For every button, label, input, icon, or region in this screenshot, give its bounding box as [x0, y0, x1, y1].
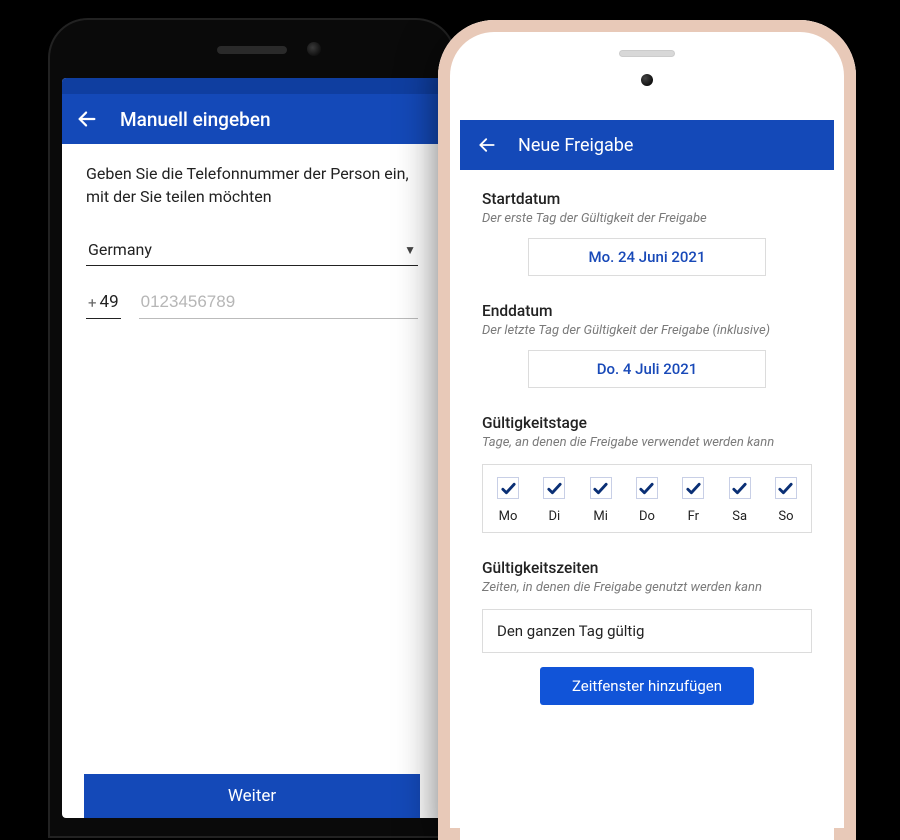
continue-button-label: Weiter	[228, 786, 276, 806]
ios-content: Startdatum Der erste Tag der Gültigkeit …	[460, 170, 834, 840]
day-mi-checkbox[interactable]	[590, 477, 612, 499]
day-mo-checkbox[interactable]	[497, 477, 519, 499]
android-screen: Manuell eingeben Geben Sie die Telefonnu…	[62, 78, 442, 818]
day-mo: Mo	[497, 477, 519, 524]
start-date-section: Startdatum Der erste Tag der Gültigkeit …	[482, 190, 812, 276]
phone-input[interactable]	[139, 288, 418, 319]
end-date-section: Enddatum Der letzte Tag der Gültigkeit d…	[482, 302, 812, 388]
continue-button[interactable]: Weiter	[84, 774, 420, 818]
day-so: So	[775, 477, 797, 524]
end-date-picker[interactable]: Do. 4 Juli 2021	[528, 350, 766, 388]
android-appbar: Manuell eingeben	[62, 94, 442, 144]
day-di: Di	[543, 477, 565, 524]
iphone-camera	[641, 74, 653, 86]
plus-sign: +	[88, 294, 97, 312]
instruction-text: Geben Sie die Telefonnummer der Person e…	[86, 162, 418, 208]
days-box: Mo Di Mi Do	[482, 464, 812, 533]
end-date-value: Do. 4 Juli 2021	[597, 360, 698, 378]
day-mi: Mi	[590, 477, 612, 524]
valid-times-section: Gültigkeitszeiten Zeiten, in denen die F…	[482, 559, 812, 705]
back-arrow-icon[interactable]	[76, 108, 98, 130]
day-label: Sa	[732, 509, 747, 524]
day-fr: Fr	[682, 477, 704, 524]
country-select-value: Germany	[88, 240, 152, 259]
iphone-screen: Neue Freigabe Startdatum Der erste Tag d…	[460, 120, 834, 840]
dial-code[interactable]: + 49	[86, 288, 121, 319]
start-date-label: Startdatum	[482, 190, 812, 208]
day-label: Di	[548, 509, 560, 524]
day-di-checkbox[interactable]	[543, 477, 565, 499]
all-day-value: Den ganzen Tag gültig	[497, 622, 644, 640]
day-label: Fr	[688, 509, 699, 524]
ios-appbar: Neue Freigabe	[460, 120, 834, 170]
valid-days-sub: Tage, an denen die Freigabe verwendet we…	[482, 435, 812, 450]
day-so-checkbox[interactable]	[775, 477, 797, 499]
android-phone-frame: Manuell eingeben Geben Sie die Telefonnu…	[48, 18, 456, 838]
dial-code-value: 49	[100, 292, 119, 312]
ios-appbar-title: Neue Freigabe	[518, 135, 633, 156]
day-do: Do	[636, 477, 658, 524]
all-day-field[interactable]: Den ganzen Tag gültig	[482, 609, 812, 653]
day-sa-checkbox[interactable]	[729, 477, 751, 499]
add-timeslot-button[interactable]: Zeitfenster hinzufügen	[540, 667, 755, 705]
start-date-value: Mo. 24 Juni 2021	[589, 248, 706, 266]
android-statusbar	[62, 78, 442, 94]
day-label: So	[778, 509, 793, 524]
end-date-sub: Der letzte Tag der Gültigkeit der Freiga…	[482, 323, 812, 338]
android-speaker	[217, 46, 287, 54]
start-date-sub: Der erste Tag der Gültigkeit der Freigab…	[482, 211, 812, 226]
day-label: Mo	[499, 509, 518, 524]
day-label: Mi	[593, 509, 608, 524]
day-do-checkbox[interactable]	[636, 477, 658, 499]
valid-days-label: Gültigkeitstage	[482, 414, 812, 432]
start-date-picker[interactable]: Mo. 24 Juni 2021	[528, 238, 766, 276]
end-date-label: Enddatum	[482, 302, 812, 320]
add-timeslot-label: Zeitfenster hinzufügen	[572, 677, 722, 695]
day-label: Do	[639, 509, 655, 524]
chevron-down-icon: ▼	[404, 243, 416, 257]
valid-times-label: Gültigkeitszeiten	[482, 559, 812, 577]
iphone-frame: Neue Freigabe Startdatum Der erste Tag d…	[438, 20, 856, 840]
iphone-speaker	[619, 50, 675, 57]
android-content: Geben Sie die Telefonnummer der Person e…	[62, 144, 442, 337]
valid-times-sub: Zeiten, in denen die Freigabe genutzt we…	[482, 580, 812, 595]
valid-days-section: Gültigkeitstage Tage, an denen die Freig…	[482, 414, 812, 533]
back-arrow-icon[interactable]	[476, 134, 498, 156]
day-fr-checkbox[interactable]	[682, 477, 704, 499]
country-select[interactable]: Germany ▼	[86, 236, 418, 266]
android-appbar-title: Manuell eingeben	[120, 108, 271, 131]
android-camera	[307, 42, 321, 56]
day-sa: Sa	[729, 477, 751, 524]
phone-row: + 49	[86, 288, 418, 319]
